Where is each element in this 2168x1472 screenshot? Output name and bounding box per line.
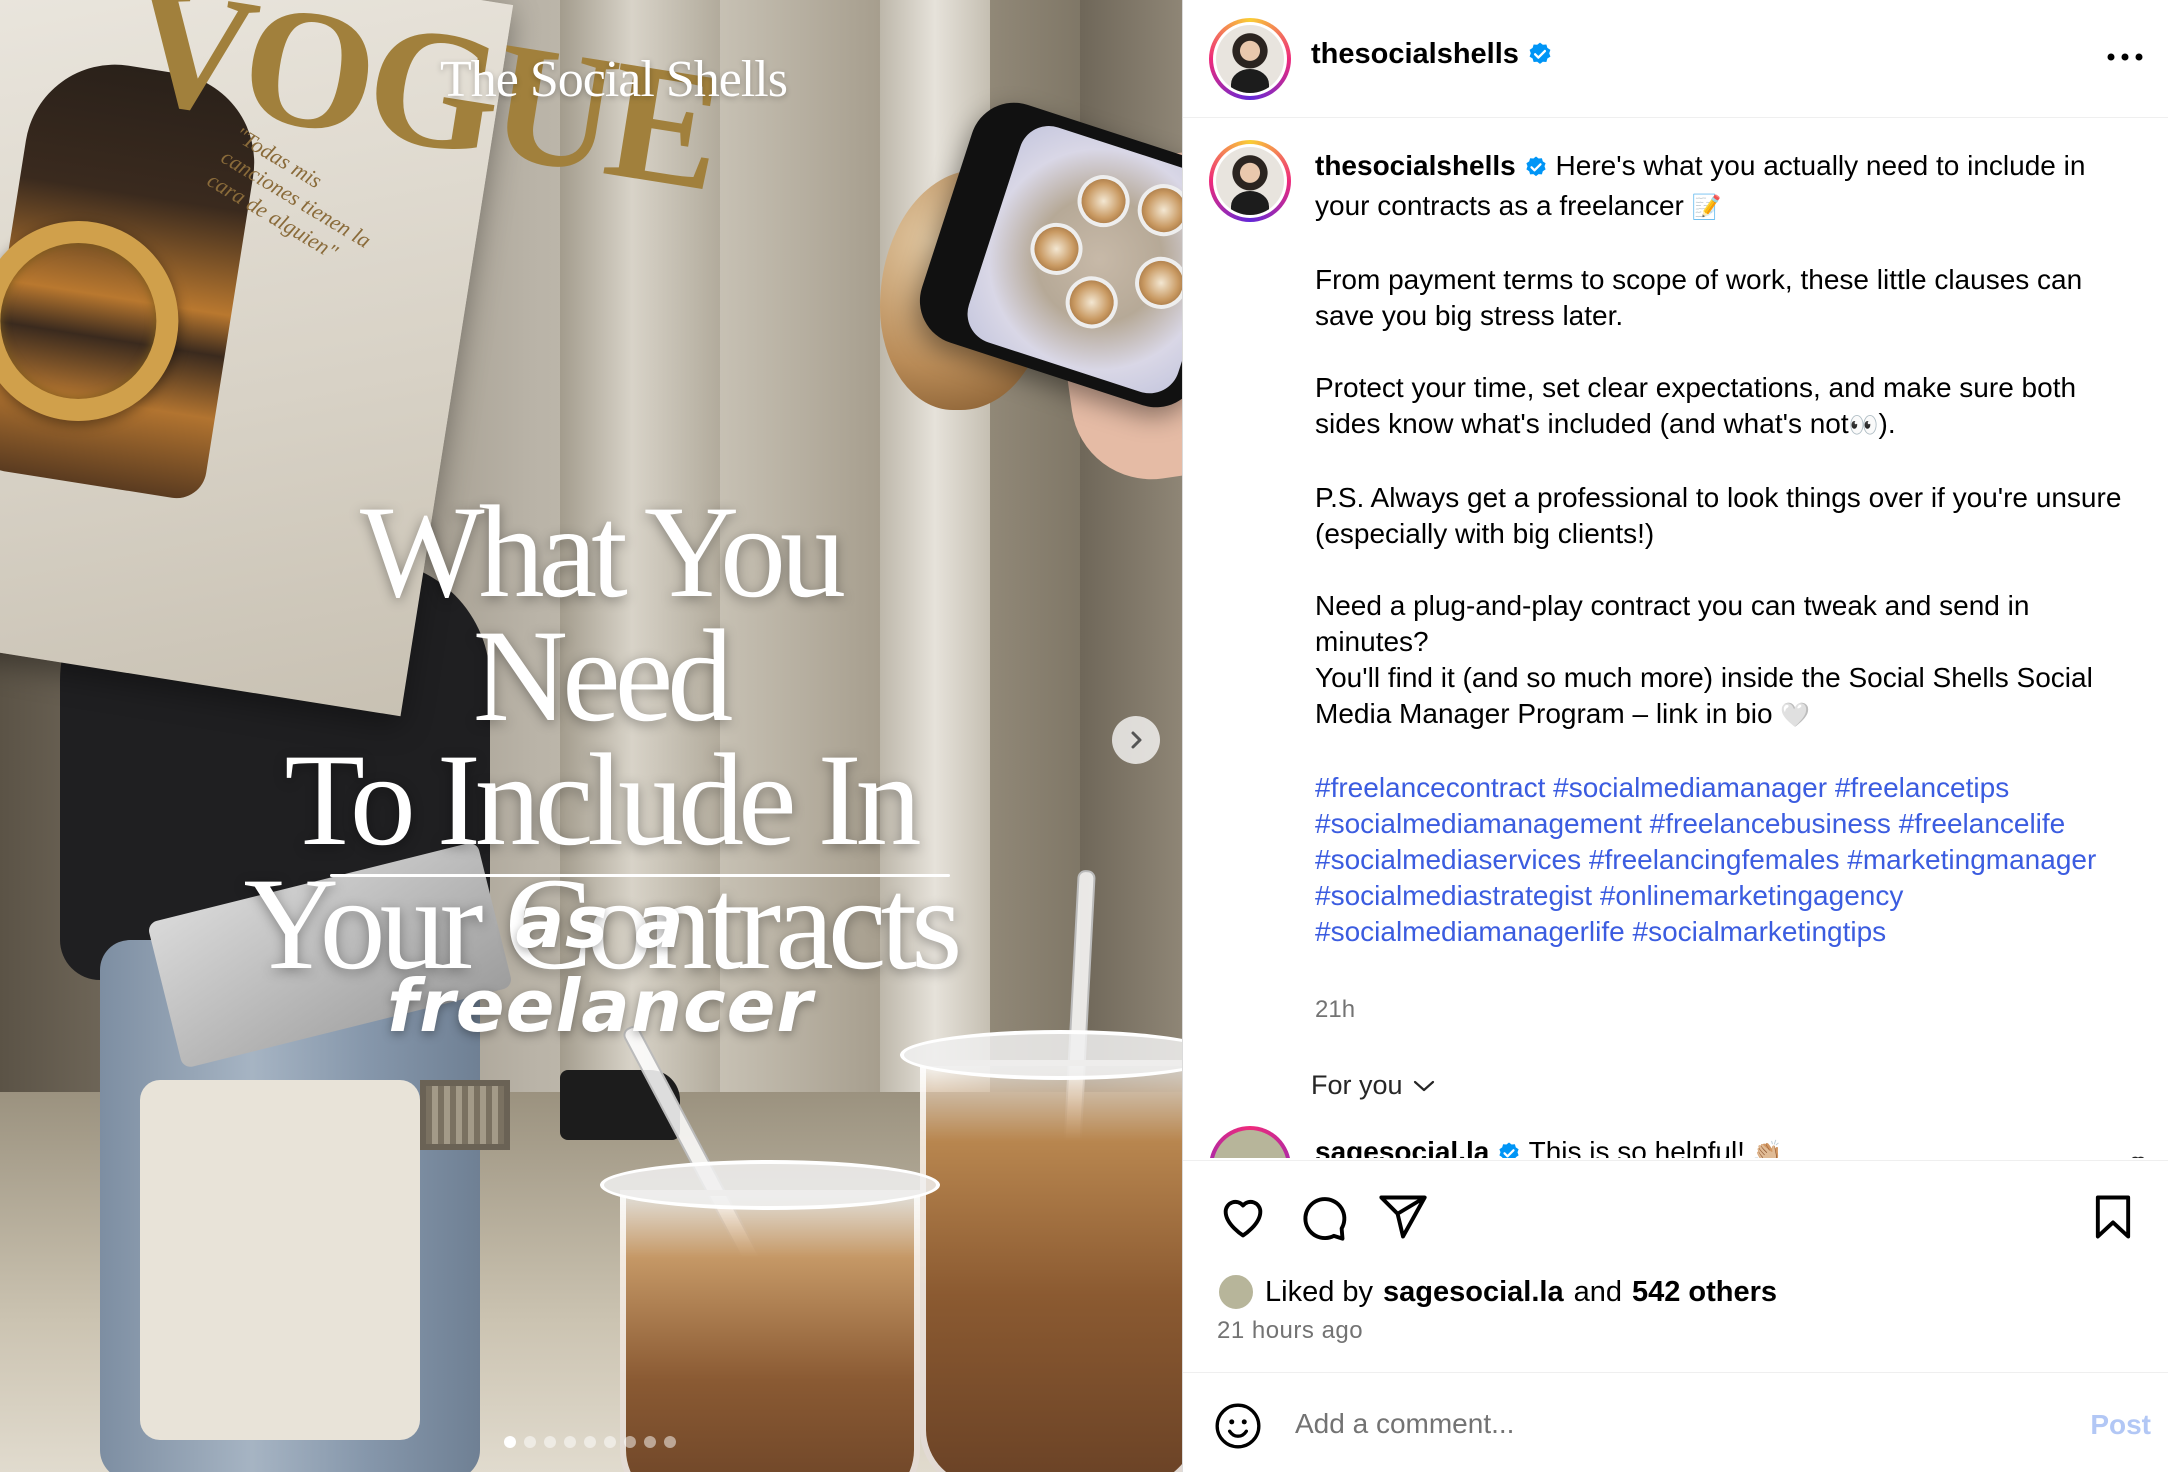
brand-overlay: The Social Shells xyxy=(440,51,788,108)
carousel-dot xyxy=(524,1436,536,1448)
caption: thesocialshells Here's what you actually… xyxy=(1315,148,2135,986)
liker-username[interactable]: sagesocial.la xyxy=(1383,1276,1564,1309)
hashtag-link[interactable]: #freelancelife xyxy=(1899,808,2066,839)
comment-sort-dropdown[interactable]: For you xyxy=(1311,1070,1435,1101)
headline-line: To Include In xyxy=(284,726,921,873)
carousel-dot xyxy=(624,1436,636,1448)
comments-scroll-area[interactable]: thesocialshells Here's what you actually… xyxy=(1183,118,2168,1158)
carousel-dot xyxy=(664,1436,676,1448)
caption-paragraph: Protect your time, set clear expectation… xyxy=(1315,370,2135,444)
comment-avatar[interactable] xyxy=(1209,1126,1291,1158)
memo-emoji: 📝 xyxy=(1691,194,1722,221)
hashtag-link[interactable]: #socialmediaservices xyxy=(1315,844,1581,875)
smiley-icon xyxy=(1215,1403,1261,1449)
comment-text: This is so helpful! xyxy=(1528,1136,1745,1158)
caption-username[interactable]: thesocialshells xyxy=(1315,150,1516,181)
hashtag-link[interactable]: #marketingmanager xyxy=(1847,844,2096,875)
verified-badge-icon xyxy=(1497,1140,1521,1158)
likes-summary[interactable]: Liked by sagesocial.la and 542 others xyxy=(1217,1273,1777,1311)
bookmark-icon xyxy=(2095,1195,2131,1239)
carousel-dot xyxy=(604,1436,616,1448)
caption-paragraph: From payment terms to scope of work, the… xyxy=(1315,264,2083,331)
carousel-dot xyxy=(504,1436,516,1448)
phone-cutout xyxy=(908,91,1182,420)
post-sidebar: thesocialshells thesocialshells Here's w… xyxy=(1182,0,2168,1472)
white-heart-emoji: 🤍 xyxy=(1780,702,1811,729)
carousel-dot xyxy=(644,1436,656,1448)
comment-icon xyxy=(1303,1197,1347,1241)
headline-line: What You Need xyxy=(359,478,846,749)
carousel-dot xyxy=(564,1436,576,1448)
post-media[interactable]: VOGUE "Todas mis canciones tienen la car… xyxy=(0,0,1182,1472)
hashtag-link[interactable]: #socialmediamanagement xyxy=(1315,808,1642,839)
stool xyxy=(140,1080,420,1440)
avatar[interactable] xyxy=(1209,18,1291,100)
verified-badge-icon xyxy=(1527,41,1553,72)
floor-vent xyxy=(420,1080,510,1150)
save-button[interactable] xyxy=(2087,1191,2139,1243)
subheadline-overlay: as a freelancer xyxy=(386,880,814,1048)
likes-count[interactable]: 542 others xyxy=(1632,1276,1777,1309)
share-button[interactable] xyxy=(1377,1191,1429,1243)
add-comment-bar: Post xyxy=(1183,1372,2168,1472)
comment-username[interactable]: sagesocial.la xyxy=(1315,1136,1489,1158)
comment-item: sagesocial.la This is so helpful! 👏🏼 xyxy=(1183,1118,2168,1158)
caption-paragraph: P.S. Always get a professional to look t… xyxy=(1315,482,2122,549)
chevron-right-icon xyxy=(1131,731,1142,749)
more-horizontal-icon xyxy=(2107,53,2143,61)
post-timestamp[interactable]: 21 hours ago xyxy=(1217,1317,1363,1345)
carousel-next-button[interactable] xyxy=(1112,716,1160,764)
heart-icon xyxy=(1223,1199,1263,1238)
hashtag-link[interactable]: #freelancetips xyxy=(1835,772,2009,803)
eyes-emoji: 👀 xyxy=(1848,412,1879,439)
emoji-picker-button[interactable] xyxy=(1213,1401,1263,1451)
hashtag-link[interactable]: #socialmediamanager xyxy=(1553,772,1827,803)
header-username[interactable]: thesocialshells xyxy=(1311,38,1519,70)
liker-avatar xyxy=(1217,1273,1255,1311)
hashtag-link[interactable]: #freelancebusiness xyxy=(1650,808,1891,839)
caption-avatar[interactable] xyxy=(1209,140,1291,222)
hashtag-link[interactable]: #freelancingfemales xyxy=(1589,844,1840,875)
hashtag-list: #freelancecontract #socialmediamanager #… xyxy=(1315,770,2135,950)
hashtag-link[interactable]: #freelancecontract xyxy=(1315,772,1545,803)
clap-emoji: 👏🏼 xyxy=(1752,1140,1783,1158)
hashtag-link[interactable]: #socialmediamanagerlife xyxy=(1315,916,1625,947)
post-header: thesocialshells xyxy=(1183,0,2168,118)
verified-badge-icon xyxy=(1524,152,1548,188)
send-icon xyxy=(1379,1195,1427,1239)
carousel-dot xyxy=(584,1436,596,1448)
post-comment-button[interactable]: Post xyxy=(2090,1409,2151,1441)
like-button[interactable] xyxy=(1217,1191,1269,1243)
heart-icon xyxy=(2132,1156,2144,1158)
hashtag-link[interactable]: #socialmediastrategist xyxy=(1315,880,1592,911)
comment-input[interactable] xyxy=(1295,1395,2015,1453)
comment-like-button[interactable] xyxy=(2127,1152,2149,1158)
more-options-button[interactable] xyxy=(2103,42,2147,72)
hashtag-link[interactable]: #onlinemarketingagency xyxy=(1600,880,1904,911)
caption-cta: Need a plug-and-play contract you can tw… xyxy=(1315,588,2135,734)
headline-underline xyxy=(330,874,950,877)
carousel-indicators xyxy=(504,1436,676,1448)
comment-body: sagesocial.la This is so helpful! 👏🏼 xyxy=(1315,1136,1783,1158)
sort-label: For you xyxy=(1311,1070,1403,1100)
caption-age: 21h xyxy=(1315,996,1356,1023)
hashtag-link[interactable]: #socialmarketingtips xyxy=(1633,916,1887,947)
comment-button[interactable] xyxy=(1297,1191,1349,1243)
carousel-dot xyxy=(544,1436,556,1448)
chevron-down-icon xyxy=(1413,1080,1434,1091)
